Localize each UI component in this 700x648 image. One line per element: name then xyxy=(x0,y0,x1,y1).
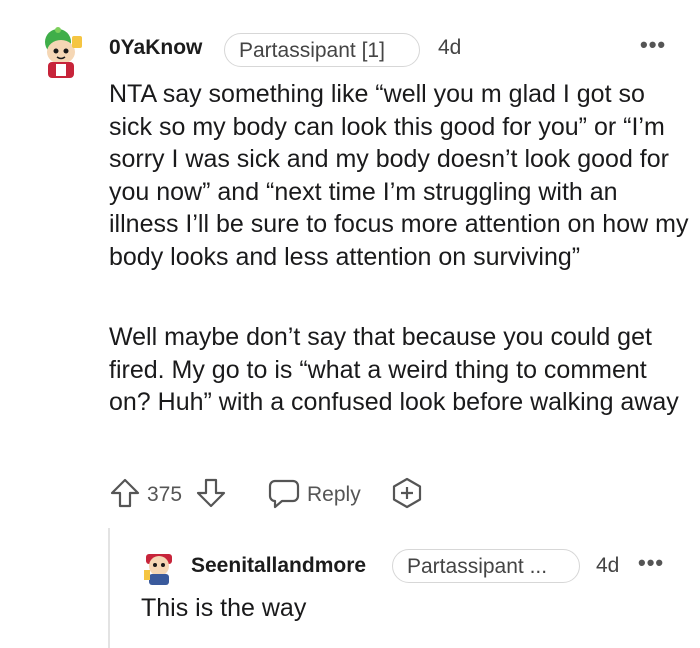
more-options-icon[interactable]: ••• xyxy=(640,32,666,58)
vote-score: 375 xyxy=(147,483,183,506)
user-flair: Partassipant [1] xyxy=(224,33,420,67)
upvote-arrow-icon[interactable] xyxy=(109,476,141,510)
downvote-arrow-icon[interactable] xyxy=(195,476,227,510)
reply-text: This is the way xyxy=(141,594,307,622)
comment-timestamp: 4d xyxy=(438,36,462,59)
reply-button[interactable]: Reply xyxy=(307,483,361,507)
reply-username[interactable]: Seenitallandmore xyxy=(191,554,366,578)
reply-user-avatar[interactable] xyxy=(142,548,176,586)
comment-thread: 0YaKnow Partassipant [1] 4d ••• NTA say … xyxy=(0,0,700,648)
user-avatar[interactable] xyxy=(36,26,86,82)
award-plus-icon[interactable] xyxy=(391,477,423,509)
comment-username[interactable]: 0YaKnow xyxy=(109,36,202,60)
comment-paragraph-1: NTA say something like “well you m glad … xyxy=(109,80,689,271)
reply-timestamp: 4d xyxy=(596,554,620,577)
speech-bubble-icon[interactable] xyxy=(267,476,301,510)
comment-action-bar: 375 Reply xyxy=(109,476,439,512)
comment-paragraph-2: Well maybe don’t say that because you co… xyxy=(109,323,679,416)
reply-more-options-icon[interactable]: ••• xyxy=(638,550,664,576)
thread-line[interactable] xyxy=(108,528,110,648)
reply-user-flair: Partassipant ... xyxy=(392,549,580,583)
